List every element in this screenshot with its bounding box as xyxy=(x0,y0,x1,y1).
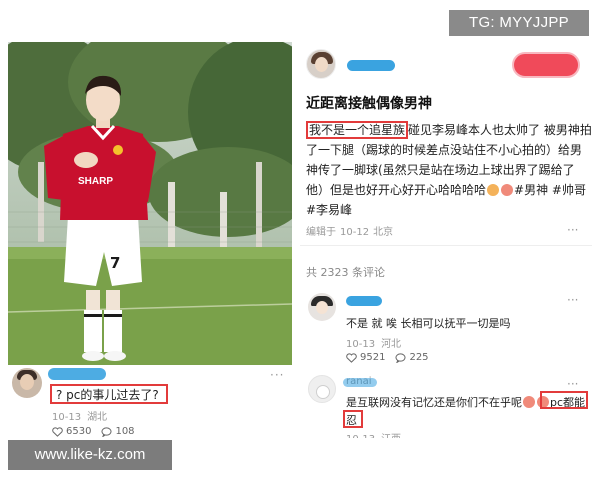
highlight-box xyxy=(540,391,588,409)
comment-date: 10-13 xyxy=(52,412,82,423)
post-body: 我不是一个追星族 碰见李易峰本人也太帅了 被男神拍了一下腿（踢球的时候差点没站住不… xyxy=(306,120,592,220)
username-redaction xyxy=(48,368,106,380)
comment-stats: 6530 108 xyxy=(52,426,145,437)
post-title: 近距离接触偶像男神 xyxy=(306,96,432,112)
like-count: 9521 xyxy=(360,352,386,363)
comment-meta: 10-13 江西 xyxy=(346,430,407,438)
comment-icon xyxy=(101,426,112,437)
reply-button[interactable]: 225 xyxy=(395,352,429,363)
username-redaction xyxy=(346,296,382,306)
more-options-icon[interactable]: ··· xyxy=(567,223,578,237)
comment-location: 江西 xyxy=(381,434,401,438)
username-redaction xyxy=(343,378,377,387)
commenter-avatar[interactable] xyxy=(308,375,336,403)
comment-date: 10-13 xyxy=(346,434,375,438)
username-redaction xyxy=(347,60,395,71)
comment-stats: 9521 225 xyxy=(346,352,439,363)
highlighted-phrase: 我不是一个追星族 xyxy=(306,121,409,139)
divider xyxy=(300,245,592,246)
shorts-number: 7 xyxy=(110,254,120,272)
more-options-icon[interactable]: ··· xyxy=(567,293,578,307)
comment-icon xyxy=(395,352,406,363)
site-watermark: www.like-kz.com xyxy=(8,440,172,470)
cow-emoji-icon xyxy=(501,184,514,196)
comment-text: 不是 就 唉 长相可以抚平一切是吗 xyxy=(346,317,511,330)
comment-meta: 10-13 河北 xyxy=(346,335,407,350)
comment-text-main: 是互联网没有记忆还是你们不在乎呢 xyxy=(346,396,522,409)
like-button[interactable]: 9521 xyxy=(346,352,385,363)
comment-count: 共 2323 条评论 xyxy=(306,266,385,279)
reply-count: 225 xyxy=(409,352,429,363)
like-button[interactable]: 6530 xyxy=(52,426,91,437)
heart-icon xyxy=(346,352,357,363)
edit-date: 10-12 xyxy=(340,227,370,238)
commenter-avatar[interactable] xyxy=(12,368,42,398)
edit-location: 北京 xyxy=(373,227,394,238)
jersey-sponsor: SHARP xyxy=(78,176,113,187)
more-options-icon[interactable]: ··· xyxy=(270,368,284,382)
telegram-watermark: TG: MYYJJPP xyxy=(449,10,589,36)
follow-button-redacted[interactable] xyxy=(512,52,580,78)
comment-meta: 10-13 湖北 xyxy=(52,408,113,423)
more-options-icon[interactable]: ··· xyxy=(567,377,578,391)
laugh-emoji-icon xyxy=(487,184,500,196)
author-avatar[interactable] xyxy=(306,49,336,79)
edit-info: 编辑于 10-12 北京 xyxy=(306,223,397,238)
comment-location: 湖北 xyxy=(87,412,108,423)
reply-button[interactable]: 108 xyxy=(101,426,135,437)
cow-emoji-icon xyxy=(523,396,535,408)
commenter-avatar[interactable] xyxy=(308,293,336,321)
comment-location: 河北 xyxy=(381,339,402,350)
football-player-image: 7 SHARP xyxy=(8,42,292,365)
like-count: 6530 xyxy=(66,426,92,437)
comment-text: ? pc的事儿过去了? xyxy=(56,388,159,402)
heart-icon xyxy=(52,426,63,437)
highlight-box xyxy=(343,410,363,428)
edit-label: 编辑于 xyxy=(306,227,336,238)
post-photo[interactable]: 7 SHARP xyxy=(8,42,292,365)
reply-count: 108 xyxy=(115,426,135,437)
comment-date: 10-13 xyxy=(346,339,376,350)
